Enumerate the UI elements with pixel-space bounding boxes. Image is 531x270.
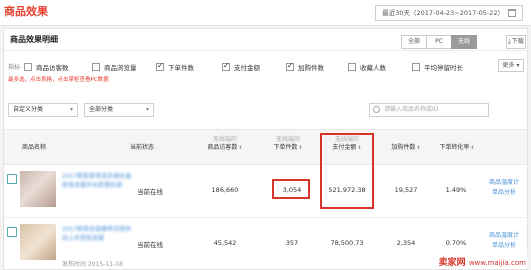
metric-visitors-label: 商品访客数	[36, 64, 69, 72]
scope-select-label: 全部分类	[89, 106, 114, 113]
edit-icon[interactable]	[7, 174, 17, 184]
row-cart: 19,527	[394, 186, 418, 194]
row-cart: 2,354	[396, 239, 416, 247]
table-header: 商品名称 当前状态 无线端的 商品访客数⬍ 无线端的 下单件数⬍ 无线端的 支付…	[4, 129, 527, 165]
product-thumbnail[interactable]	[20, 224, 56, 260]
sort-icon: ⬍	[470, 145, 475, 151]
row-conversion: 1.49%	[445, 186, 467, 194]
product-name-link[interactable]: 2017新款夏季连衣裙女装修身显瘦中长款雪纺裙	[62, 172, 134, 190]
category-select[interactable]: 自定义分类 ▾	[8, 103, 78, 117]
metric-cart[interactable]: 加购件数	[286, 61, 324, 72]
product-thumbnail[interactable]	[20, 171, 56, 207]
th-orders[interactable]: 无线端的 下单件数⬍	[268, 136, 308, 152]
metric-visitors[interactable]: 商品访客数	[24, 62, 69, 72]
watermark-url: www.maijia.com	[468, 259, 526, 267]
metric-orders-label: 下单件数	[168, 64, 194, 72]
metric-orders[interactable]: 下单件数	[156, 61, 194, 72]
metric-pageviews-label: 商品浏览量	[104, 64, 137, 72]
category-select-label: 自定义分类	[13, 106, 44, 113]
metrics-label: 指标	[8, 64, 21, 71]
th-visitors[interactable]: 无线端的 商品访客数⬍	[200, 136, 250, 152]
panel-title: 商品效果明细	[10, 35, 58, 44]
panel-header: 商品效果明细 全部 PC 无线 ⤓ 下载	[4, 29, 527, 51]
th-status: 当前状态	[130, 144, 155, 151]
search-input[interactable]: 请输入商品名称或ID	[369, 103, 489, 117]
date-range-picker[interactable]: 最近30天（2017-04-23~2017-05-22）	[375, 5, 523, 21]
edit-icon[interactable]	[7, 227, 17, 237]
download-button[interactable]: ⤓ 下载	[506, 35, 526, 49]
th-conversion-label: 下单转化率	[439, 144, 470, 151]
tab-wireless[interactable]: 无线	[451, 35, 477, 49]
th-orders-label: 下单件数	[273, 144, 298, 151]
orders-highlight	[272, 179, 310, 199]
product-name-link[interactable]: 2017新款女装春季百搭休闲上衣宽松显瘦	[62, 225, 134, 243]
sort-icon: ⬍	[416, 145, 421, 151]
product-thermometer-link[interactable]: 商品温度计	[482, 178, 526, 188]
metric-stay-time[interactable]: 平均停留时长	[412, 62, 463, 72]
device-tabs: 全部 PC 无线	[401, 35, 477, 49]
th-cart-label: 加购件数	[391, 144, 416, 151]
metric-payment-checkbox[interactable]	[222, 61, 230, 71]
th-visitors-label: 商品访客数	[207, 144, 238, 151]
download-icon: ⤓	[508, 38, 511, 45]
calendar-icon	[508, 9, 516, 17]
metric-visitors-checkbox[interactable]	[24, 63, 32, 71]
product-thermometer-link[interactable]: 商品温度计	[482, 231, 526, 241]
tab-pc[interactable]: PC	[426, 35, 452, 49]
row-conversion: 0.70%	[445, 239, 467, 247]
metric-cart-label: 加购件数	[298, 64, 324, 72]
page-title: 商品效果	[4, 5, 48, 18]
metrics-hint: 最多选，点击表格，点击掌柜查看PC数据	[8, 77, 109, 83]
watermark-brand: 卖家网	[438, 258, 466, 268]
th-name: 商品名称	[22, 144, 47, 151]
publish-date: 发布时间 2015-11-18	[62, 261, 123, 268]
th-visitors-sub: 无线端的	[212, 136, 237, 143]
metric-pageviews-checkbox[interactable]	[92, 63, 100, 71]
top-bar: 商品效果 最近30天（2017-04-23~2017-05-22）	[0, 0, 531, 26]
product-detail-panel: 商品效果明细 全部 PC 无线 ⤓ 下载 指标 商品访客数 商品浏览量 下单件数…	[3, 28, 528, 270]
search-icon	[373, 106, 380, 113]
table-row: 2017新款夏季连衣裙女装修身显瘦中长款雪纺裙 当前在线 186,660 3,0…	[4, 166, 527, 218]
sort-icon: ⬍	[298, 145, 303, 151]
item-analysis-link[interactable]: 单品分析	[482, 188, 526, 198]
metric-favorites[interactable]: 收藏人数	[348, 62, 386, 72]
th-conversion[interactable]: 下单转化率⬍	[434, 144, 480, 152]
watermark: 卖家网 www.maijia.com	[436, 255, 528, 268]
sort-icon: ⬍	[238, 145, 243, 151]
download-label: 下载	[511, 38, 524, 45]
metric-stay-time-checkbox[interactable]	[412, 63, 420, 71]
metric-pageviews[interactable]: 商品浏览量	[92, 62, 137, 72]
scope-select[interactable]: 全部分类 ▾	[84, 103, 154, 117]
metric-payment[interactable]: 支付金额	[222, 61, 260, 72]
row-visitors: 45,542	[213, 239, 237, 247]
metric-payment-label: 支付金额	[234, 64, 260, 72]
chevron-down-icon: ▾	[69, 106, 73, 113]
row-payment: 78,500.73	[330, 239, 364, 247]
chevron-down-icon: ▾	[145, 106, 149, 113]
tab-all[interactable]: 全部	[401, 35, 427, 49]
row-orders: 357	[285, 239, 299, 247]
item-analysis-link[interactable]: 单品分析	[482, 241, 526, 251]
th-orders-sub: 无线端的	[275, 136, 300, 143]
more-metrics-button[interactable]: 更多 ▾	[498, 59, 524, 72]
metric-orders-checkbox[interactable]	[156, 61, 164, 71]
date-range-label: 最近30天（2017-04-23~2017-05-22）	[382, 9, 504, 17]
row-visitors: 186,660	[211, 186, 239, 194]
payment-highlight	[320, 133, 374, 209]
more-label: 更多	[502, 62, 515, 69]
search-placeholder: 请输入商品名称或ID	[384, 106, 439, 113]
metric-favorites-label: 收藏人数	[360, 64, 386, 72]
row-status: 当前在线	[137, 188, 163, 196]
metric-stay-time-label: 平均停留时长	[424, 64, 463, 72]
metric-favorites-checkbox[interactable]	[348, 63, 356, 71]
metric-cart-checkbox[interactable]	[286, 61, 294, 71]
row-status: 当前在线	[137, 241, 163, 249]
th-cart[interactable]: 加购件数⬍	[386, 144, 426, 152]
